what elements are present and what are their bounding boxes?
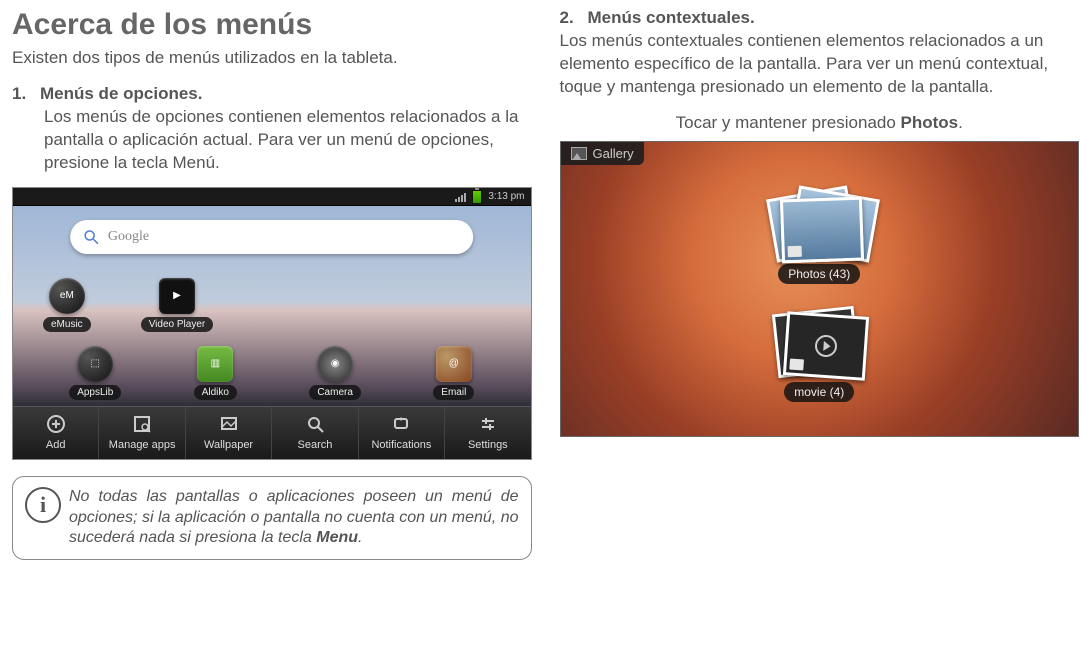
- info-icon: i: [25, 487, 61, 523]
- status-time: 3:13 pm: [488, 191, 524, 202]
- list-item-1-heading: 1.Menús de opciones.: [12, 84, 532, 104]
- app-label: eMusic: [43, 317, 91, 332]
- menu-notifications[interactable]: Notifications: [359, 407, 445, 459]
- menu-manage-apps[interactable]: Manage apps: [99, 407, 185, 459]
- menu-label: Search: [298, 439, 333, 451]
- gallery-title: Gallery: [593, 146, 634, 161]
- aldiko-icon: ▥: [197, 346, 233, 382]
- menu-add[interactable]: Add: [13, 407, 99, 459]
- camera-icon: ◉: [317, 346, 353, 382]
- folder-icon: [790, 358, 805, 370]
- info-text-post: .: [358, 529, 362, 546]
- home-wallpaper: Google eM eMusic ▶ Video Player ⬚ App: [13, 206, 531, 406]
- battery-icon: [472, 190, 482, 204]
- wallpaper-icon: [218, 413, 240, 435]
- notifications-icon: [390, 413, 412, 435]
- folder-icon: [788, 246, 802, 257]
- intro-text: Existen dos tipos de menús utilizados en…: [12, 48, 532, 68]
- album-movie[interactable]: movie (4): [759, 310, 879, 402]
- album-photos[interactable]: Photos (43): [759, 192, 879, 284]
- info-text: No todas las pantallas o aplicaciones po…: [69, 488, 519, 547]
- gallery-screenshot: Gallery Photos (43) movie (4): [560, 141, 1080, 437]
- screenshot-caption: Tocar y mantener presionado Photos.: [560, 113, 1080, 133]
- gallery-icon: [571, 147, 587, 160]
- search-icon: [82, 228, 100, 246]
- caption-bold: Photos: [901, 113, 959, 132]
- page-title: Acerca de los menús: [12, 8, 532, 42]
- app-label: Video Player: [141, 317, 214, 332]
- list-number: 2.: [560, 8, 588, 28]
- app-label: Camera: [309, 385, 361, 400]
- menu-wallpaper[interactable]: Wallpaper: [186, 407, 272, 459]
- app-label: Aldiko: [194, 385, 237, 400]
- options-menu-bar: Add Manage apps Wallpaper Search Notific…: [13, 406, 531, 459]
- video-player-icon: ▶: [159, 278, 195, 314]
- plus-icon: [45, 413, 67, 435]
- status-bar: 3:13 pm: [13, 188, 531, 206]
- album-label: movie (4): [784, 382, 854, 402]
- emusic-icon: eM: [49, 278, 85, 314]
- album-label: Photos (43): [778, 264, 860, 284]
- signal-icon: [455, 192, 466, 202]
- list-heading-text: Menús contextuales.: [588, 8, 755, 27]
- search-icon: [304, 413, 326, 435]
- info-text-bold: Menu: [316, 529, 358, 546]
- list-item-2-heading: 2.Menús contextuales.: [560, 8, 1080, 28]
- menu-search[interactable]: Search: [272, 407, 358, 459]
- home-screenshot: 3:13 pm Google eM eMusic ▶ Video Player: [12, 187, 532, 460]
- menu-label: Wallpaper: [204, 439, 253, 451]
- email-icon: @: [436, 346, 472, 382]
- search-bar[interactable]: Google: [70, 220, 474, 254]
- list-item-2-body: Los menús contextuales contienen element…: [560, 30, 1080, 99]
- app-emusic[interactable]: eM eMusic: [43, 278, 91, 332]
- app-camera[interactable]: ◉ Camera: [309, 346, 361, 400]
- photo-thumb: [780, 196, 864, 263]
- app-aldiko[interactable]: ▥ Aldiko: [194, 346, 237, 400]
- app-label: AppsLib: [69, 385, 121, 400]
- caption-text: Tocar y mantener presionado: [676, 113, 901, 132]
- appslib-icon: ⬚: [77, 346, 113, 382]
- app-video-player[interactable]: ▶ Video Player: [141, 278, 214, 332]
- movie-stack: [777, 310, 861, 376]
- caption-post: .: [958, 113, 963, 132]
- list-number: 1.: [12, 84, 40, 104]
- settings-icon: [477, 413, 499, 435]
- app-label: Email: [433, 385, 474, 400]
- search-logo: Google: [108, 229, 149, 245]
- menu-label: Manage apps: [109, 439, 176, 451]
- app-email[interactable]: @ Email: [433, 346, 474, 400]
- gallery-title-bar: Gallery: [561, 142, 644, 165]
- menu-label: Notifications: [371, 439, 431, 451]
- menu-label: Settings: [468, 439, 508, 451]
- info-callout: i No todas las pantallas o aplicaciones …: [12, 476, 532, 560]
- movie-thumb: [783, 311, 869, 381]
- menu-label: Add: [46, 439, 66, 451]
- app-appslib[interactable]: ⬚ AppsLib: [69, 346, 121, 400]
- list-item-1-body: Los menús de opciones contienen elemento…: [12, 106, 532, 175]
- manage-apps-icon: [131, 413, 153, 435]
- list-heading-text: Menús de opciones.: [40, 84, 202, 103]
- photo-stack: [777, 192, 861, 258]
- menu-settings[interactable]: Settings: [445, 407, 530, 459]
